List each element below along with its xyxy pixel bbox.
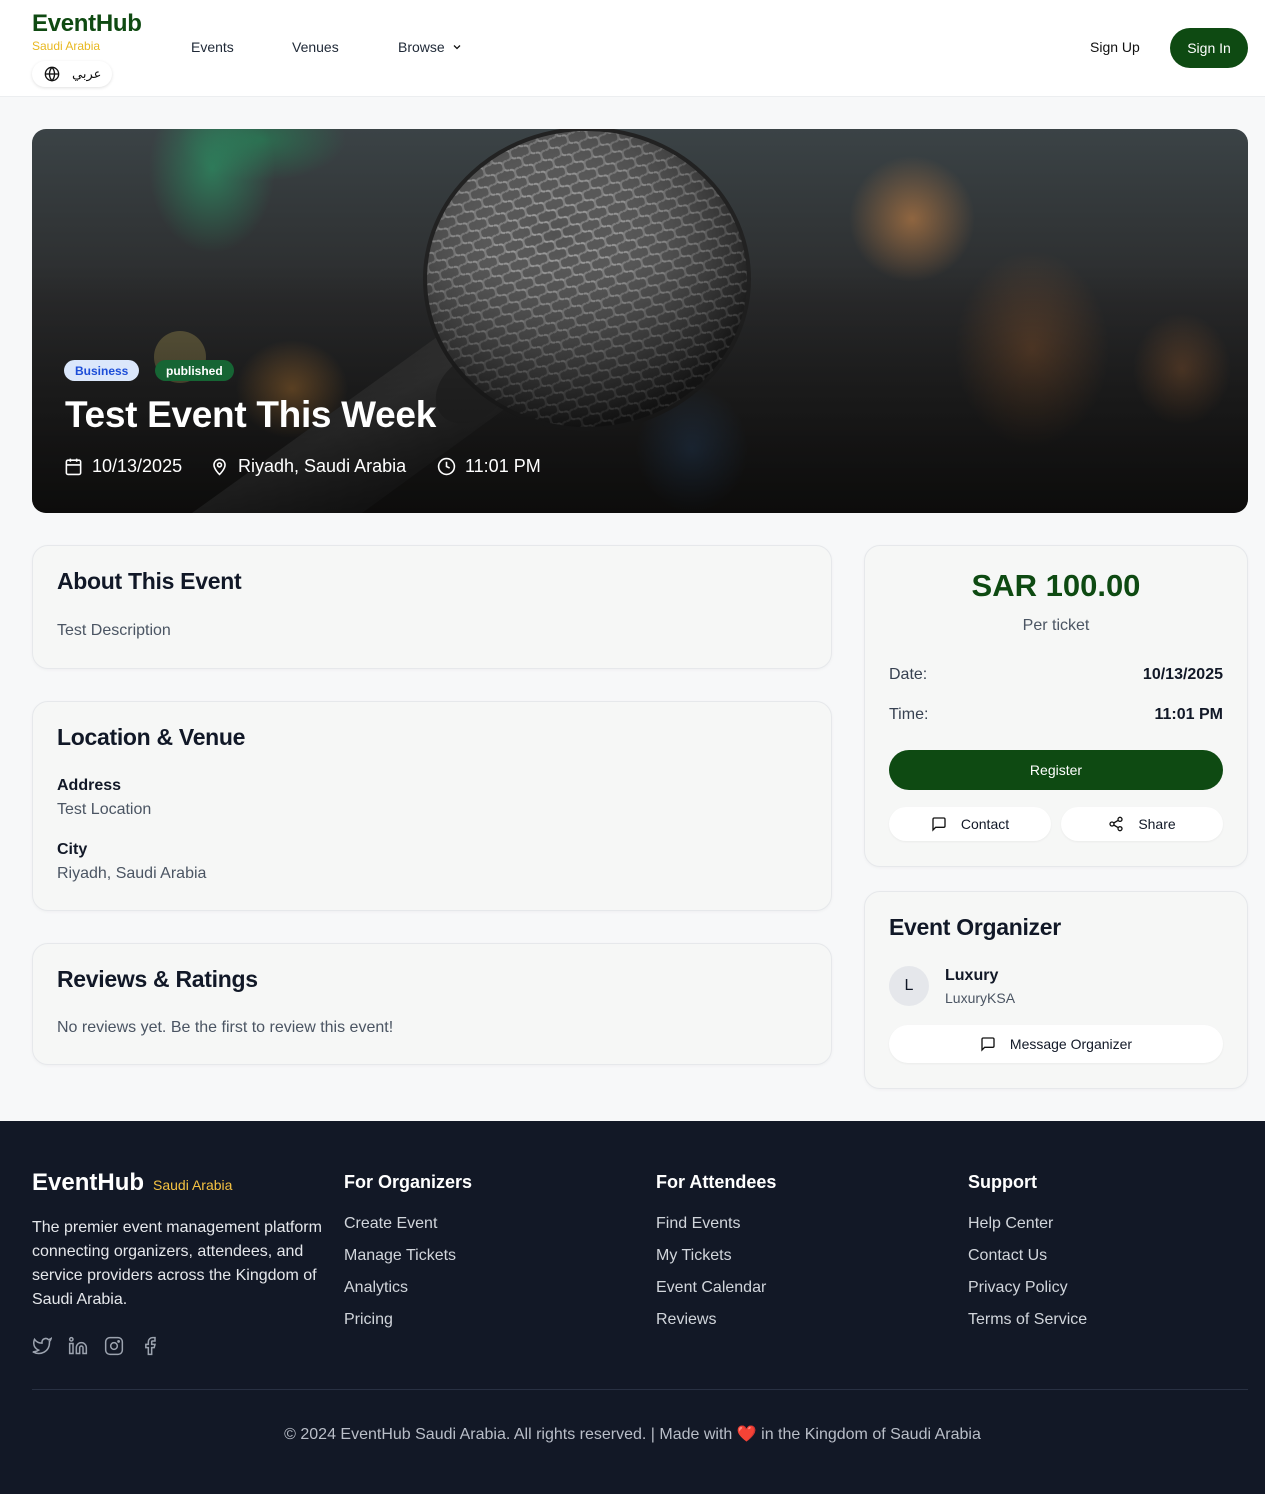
footer-description: The premier event management platform co…: [32, 1219, 322, 1308]
footer-brand-name: EventHub: [32, 1169, 145, 1196]
register-button[interactable]: Register: [889, 750, 1223, 790]
category-badge: Business: [64, 360, 140, 381]
message-icon: [931, 816, 947, 832]
nav-events[interactable]: Events: [191, 39, 234, 55]
footer-link-analytics[interactable]: Analytics: [344, 1277, 472, 1309]
ticket-card: SAR 100.00 Per ticket Date: 10/13/2025 T…: [864, 545, 1248, 867]
status-badge: published: [155, 360, 234, 381]
site-footer: EventHub Saudi Arabia The premier event …: [0, 1121, 1265, 1494]
event-location: Riyadh, Saudi Arabia: [210, 456, 406, 477]
sign-up-link[interactable]: Sign Up: [1090, 39, 1140, 55]
globe-icon: [44, 66, 60, 82]
chevron-down-icon: [451, 41, 463, 53]
message-organizer-button[interactable]: Message Organizer: [889, 1025, 1223, 1063]
footer-column-title: For Organizers: [344, 1172, 473, 1192]
footer-link-contact-us[interactable]: Contact Us: [968, 1245, 1087, 1277]
copyright-text: © 2024 EventHub Saudi Arabia. All rights…: [284, 1426, 981, 1443]
nav-browse[interactable]: Browse: [398, 39, 463, 55]
address-value: Test Location: [57, 801, 152, 818]
location-heading: Location & Venue: [57, 724, 246, 750]
instagram-icon[interactable]: [104, 1336, 124, 1356]
ticket-price: SAR 100.00: [971, 568, 1141, 603]
footer-link-manage-tickets[interactable]: Manage Tickets: [344, 1245, 472, 1277]
site-header: EventHub Saudi Arabia عربي Events Venues…: [0, 0, 1265, 97]
footer-link-terms-of-service[interactable]: Terms of Service: [968, 1309, 1087, 1341]
city-value: Riyadh, Saudi Arabia: [57, 865, 207, 882]
ticket-date-value: 10/13/2025: [1142, 666, 1223, 683]
sign-in-button[interactable]: Sign In: [1170, 28, 1248, 68]
about-card: About This Event Test Description: [32, 545, 832, 669]
brand-country: Saudi Arabia: [32, 39, 101, 53]
clock-icon: [437, 457, 456, 476]
avatar: L: [889, 966, 929, 1006]
footer-link-reviews[interactable]: Reviews: [656, 1309, 776, 1341]
city-label: City: [57, 841, 88, 858]
footer-brand: EventHub Saudi Arabia: [32, 1169, 232, 1197]
ticket-price-unit: Per ticket: [1022, 617, 1090, 634]
facebook-icon[interactable]: [140, 1336, 160, 1356]
share-label: Share: [1138, 816, 1176, 832]
ticket-date-row: Date: 10/13/2025: [889, 666, 1223, 684]
footer-column-attendees: For Attendees Find Events My Tickets Eve…: [656, 1172, 776, 1341]
footer-column-organizers: For Organizers Create Event Manage Ticke…: [344, 1172, 472, 1341]
reviews-card: Reviews & Ratings No reviews yet. Be the…: [32, 943, 832, 1065]
event-date: 10/13/2025: [64, 456, 182, 477]
language-toggle-button[interactable]: عربي: [32, 61, 112, 87]
footer-link-event-calendar[interactable]: Event Calendar: [656, 1277, 776, 1309]
calendar-icon: [64, 457, 83, 476]
language-label: عربي: [72, 66, 102, 81]
footer-link-pricing[interactable]: Pricing: [344, 1309, 472, 1341]
ticket-date-label: Date:: [889, 666, 928, 683]
event-title: Test Event This Week: [65, 394, 436, 435]
event-date-text: 10/13/2025: [92, 456, 183, 476]
footer-link-help-center[interactable]: Help Center: [968, 1213, 1087, 1245]
footer-link-my-tickets[interactable]: My Tickets: [656, 1245, 776, 1277]
event-hero: Business published Test Event This Week …: [32, 129, 1248, 513]
ticket-time-label: Time:: [889, 706, 929, 723]
nav-browse-label: Browse: [398, 39, 445, 55]
linkedin-icon[interactable]: [68, 1336, 88, 1356]
reviews-empty-text: No reviews yet. Be the first to review t…: [57, 1019, 394, 1036]
event-time-text: 11:01 PM: [465, 456, 541, 476]
brand-name[interactable]: EventHub: [32, 10, 142, 38]
footer-column-title: Support: [968, 1172, 1037, 1192]
footer-link-create-event[interactable]: Create Event: [344, 1213, 472, 1245]
organizer-card: Event Organizer L Luxury LuxuryKSA Messa…: [864, 891, 1248, 1089]
about-heading: About This Event: [57, 568, 242, 594]
brand-logo[interactable]: EventHub Saudi Arabia: [32, 10, 142, 53]
address-label: Address: [57, 777, 122, 794]
event-time: 11:01 PM: [437, 456, 541, 477]
ticket-time-value: 11:01 PM: [1154, 706, 1223, 723]
reviews-heading: Reviews & Ratings: [57, 966, 258, 992]
footer-link-find-events[interactable]: Find Events: [656, 1213, 776, 1245]
map-pin-icon: [210, 457, 229, 476]
ticket-time-row: Time: 11:01 PM: [889, 706, 1223, 724]
footer-brand-country: Saudi Arabia: [153, 1177, 233, 1193]
organizer-name[interactable]: Luxury: [945, 967, 998, 985]
location-card: Location & Venue Address Test Location C…: [32, 701, 832, 911]
footer-column-title: For Attendees: [656, 1172, 777, 1192]
message-organizer-label: Message Organizer: [1009, 1036, 1133, 1052]
twitter-icon[interactable]: [32, 1336, 52, 1356]
nav-venues[interactable]: Venues: [292, 39, 339, 55]
footer-column-support: Support Help Center Contact Us Privacy P…: [968, 1172, 1087, 1341]
organizer-handle: LuxuryKSA: [945, 990, 1016, 1006]
message-icon: [980, 1036, 996, 1052]
share-icon: [1108, 816, 1124, 832]
share-button[interactable]: Share: [1061, 807, 1223, 841]
about-description: Test Description: [57, 622, 171, 639]
organizer-heading: Event Organizer: [889, 914, 1061, 940]
contact-label: Contact: [960, 816, 1010, 832]
contact-button[interactable]: Contact: [889, 807, 1051, 841]
event-location-text: Riyadh, Saudi Arabia: [238, 456, 407, 476]
footer-link-privacy-policy[interactable]: Privacy Policy: [968, 1277, 1087, 1309]
footer-divider: [32, 1389, 1248, 1390]
